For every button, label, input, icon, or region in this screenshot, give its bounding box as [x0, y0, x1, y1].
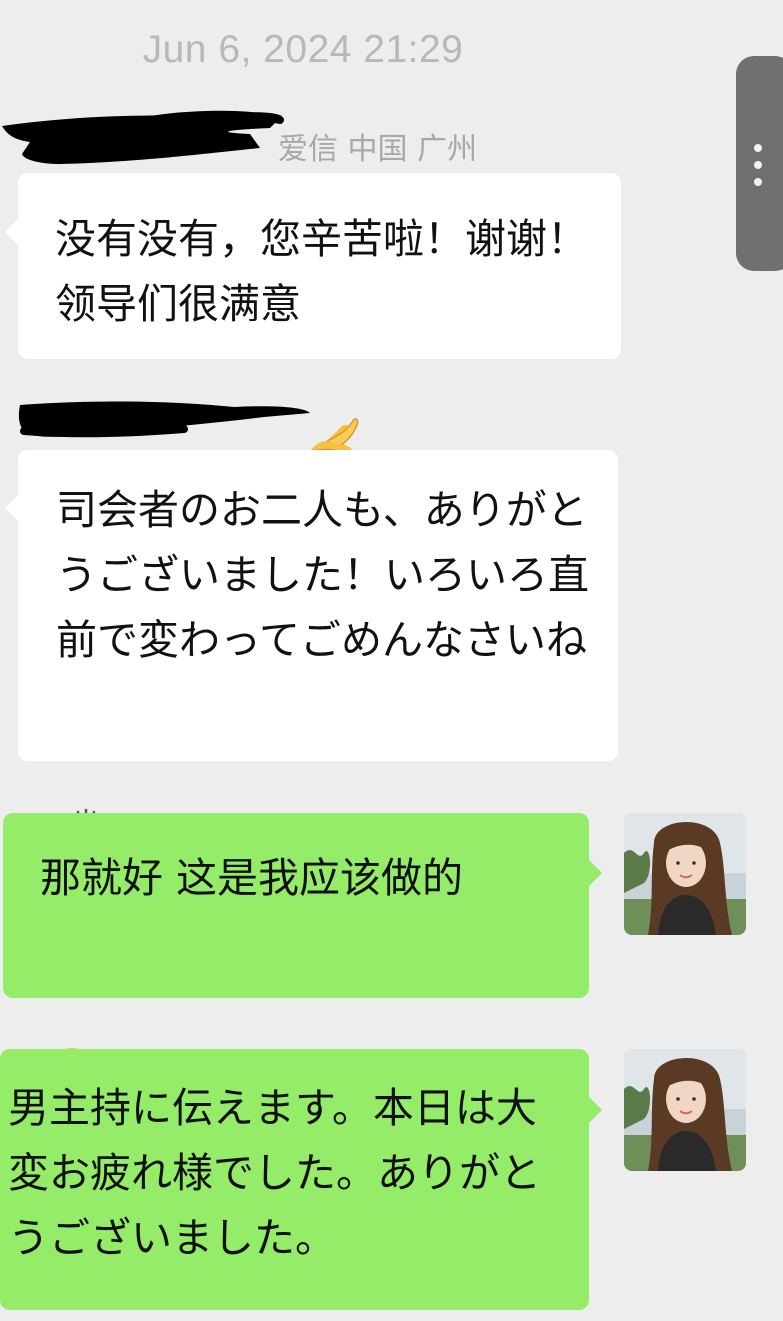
- pinched-fingers-emoji: [301, 277, 361, 464]
- bubble-tail: [589, 860, 602, 886]
- message-bubble[interactable]: 那就好 这是我应该做的: [3, 813, 589, 1100]
- bowing-person-emoji: [56, 678, 116, 866]
- avatar[interactable]: [624, 1049, 746, 1171]
- bubble-tail: [589, 1097, 602, 1123]
- sender-name: 爱信 中国 广州: [278, 132, 478, 167]
- avatar[interactable]: [624, 813, 746, 935]
- more-options-icon[interactable]: [754, 144, 762, 195]
- message-text: 那就好 这是我应该做的: [40, 854, 464, 902]
- redaction-mark: [18, 401, 311, 438]
- message-text: 司会者のお二人も、ありがとうございました！いろいろ直前で変わってごめんなさいね: [56, 486, 589, 664]
- message-bubble[interactable]: 司会者のお二人も、ありがとうございました！いろいろ直前で変わってごめんなさいね: [18, 450, 618, 866]
- redaction-mark: [2, 110, 284, 164]
- message-bubble[interactable]: 没有没有，您辛苦啦！谢谢！领导们很满意: [18, 173, 621, 464]
- message-bubble[interactable]: 男主持に伝えます。本日は大変お疲れ様でした。ありがとうございました。: [0, 1049, 589, 1310]
- message-text: 男主持に伝えます。本日は大変お疲れ様でした。ありがとうございました。: [8, 1084, 541, 1262]
- bubble-tail: [5, 219, 18, 245]
- bubble-tail: [5, 495, 18, 521]
- chat-timestamp: Jun 6, 2024 21:29: [142, 28, 464, 71]
- smirking-face-emoji: [40, 914, 100, 1100]
- scroll-handle[interactable]: [736, 56, 783, 271]
